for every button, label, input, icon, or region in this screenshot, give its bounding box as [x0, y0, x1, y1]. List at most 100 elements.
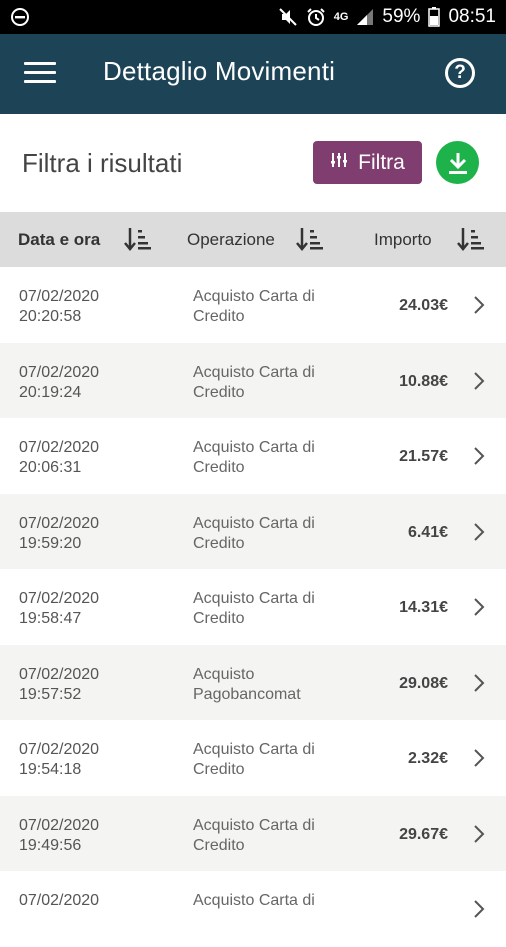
table-row[interactable]: 07/02/2020 20:06:31 Acquisto Carta di Cr…	[0, 418, 506, 494]
row-operation-line2: Credito	[193, 308, 245, 325]
row-operation-line2: Credito	[193, 534, 245, 552]
signal-icon	[356, 8, 374, 26]
help-glyph: ?	[454, 62, 466, 83]
row-operation-line1: Acquisto Carta di	[193, 741, 315, 758]
chevron-right-icon[interactable]	[473, 673, 485, 698]
row-time: 19:57:52	[19, 685, 82, 703]
row-time: 19:54:18	[19, 761, 82, 778]
filter-button-label: Filtra	[358, 150, 405, 174]
clock-time: 08:51	[448, 6, 496, 27]
column-header-date[interactable]: Data e ora	[18, 230, 100, 250]
table-header: Data e ora Operazione Importo	[0, 212, 506, 267]
status-bar: 4G 59% 08:51	[0, 0, 506, 34]
mute-icon	[278, 7, 298, 27]
table-row[interactable]: 07/02/2020 19:57:52 Acquisto Pagobancoma…	[0, 644, 506, 720]
row-operation-line2: Credito	[193, 383, 245, 401]
network-type-label: 4G	[333, 11, 349, 23]
chevron-right-icon[interactable]	[473, 295, 485, 320]
row-date: 07/02/2020	[19, 892, 100, 909]
chevron-right-icon[interactable]	[473, 824, 485, 849]
alarm-icon	[306, 7, 326, 27]
row-amount: 29.67€	[399, 825, 448, 843]
row-date: 07/02/2020	[19, 665, 100, 683]
row-operation: Acquisto Pagobancomat	[193, 665, 343, 705]
page-title: Dettaglio Movimenti	[103, 56, 336, 86]
filter-section: Filtra i risultati Filtra	[0, 114, 506, 212]
table-row[interactable]: 07/02/2020 19:58:47 Acquisto Carta di Cr…	[0, 569, 506, 645]
app-bar: Dettaglio Movimenti ?	[0, 34, 506, 114]
row-operation: Acquisto Carta di Credito	[193, 816, 343, 856]
row-datetime: 07/02/2020 20:06:31	[19, 438, 99, 478]
row-operation-line1: Acquisto Carta di	[193, 514, 315, 532]
table-row[interactable]: 07/02/2020 20:20:58 Acquisto Carta di Cr…	[0, 267, 506, 343]
row-operation-line1: Acquisto Carta di	[193, 363, 315, 381]
row-datetime: 07/02/2020 19:54:18	[19, 740, 99, 780]
row-datetime: 07/02/2020 19:58:47	[19, 589, 99, 629]
battery-percentage: 59%	[382, 6, 421, 27]
row-date: 07/02/2020	[19, 363, 100, 381]
row-operation: Acquisto Carta di Credito	[193, 514, 343, 554]
table-row[interactable]: 07/02/2020 20:19:24 Acquisto Carta di Cr…	[0, 342, 506, 418]
row-operation: Acquisto Carta di Credito	[193, 363, 343, 403]
row-operation-line2: Credito	[193, 459, 245, 476]
row-datetime: 07/02/2020 19:49:56	[19, 816, 99, 856]
filter-title: Filtra i risultati	[22, 148, 183, 178]
row-amount: 21.57€	[399, 448, 448, 465]
row-date: 07/02/2020	[19, 590, 100, 607]
row-operation: Acquisto Carta di Credito	[193, 740, 343, 780]
row-operation-line1: Acquisto Carta di	[193, 288, 315, 305]
row-amount: 10.88€	[399, 372, 448, 390]
row-operation-line1: Acquisto	[193, 665, 255, 683]
table-row[interactable]: 07/02/2020 19:54:18 Acquisto Carta di Cr…	[0, 720, 506, 796]
row-amount: 24.03€	[399, 297, 448, 314]
table-row[interactable]: 07/02/2020 Acquisto Carta di	[0, 871, 506, 947]
sort-operation-icon[interactable]	[296, 226, 324, 257]
dnd-icon	[10, 7, 30, 27]
row-operation-line2: Credito	[193, 836, 245, 854]
row-amount: 2.32€	[407, 750, 448, 767]
table-row[interactable]: 07/02/2020 19:59:20 Acquisto Carta di Cr…	[0, 493, 506, 569]
chevron-right-icon[interactable]	[473, 748, 485, 773]
hamburger-menu-icon[interactable]	[24, 62, 56, 86]
chevron-right-icon[interactable]	[473, 446, 485, 471]
column-header-operation[interactable]: Operazione	[187, 230, 275, 250]
row-operation-line2: Credito	[193, 610, 245, 627]
help-circle-icon[interactable]: ?	[445, 58, 475, 88]
filter-button[interactable]: Filtra	[313, 141, 422, 184]
download-icon[interactable]	[436, 141, 479, 184]
chevron-right-icon[interactable]	[473, 597, 485, 622]
row-datetime: 07/02/2020	[19, 891, 99, 911]
row-date: 07/02/2020	[19, 439, 100, 456]
row-operation-line1: Acquisto Carta di	[193, 892, 315, 909]
table-row[interactable]: 07/02/2020 19:49:56 Acquisto Carta di Cr…	[0, 795, 506, 871]
row-date: 07/02/2020	[19, 816, 100, 834]
row-time: 20:20:58	[19, 308, 82, 325]
row-date: 07/02/2020	[19, 288, 100, 305]
row-operation: Acquisto Carta di	[193, 891, 343, 911]
chevron-right-icon[interactable]	[473, 899, 485, 924]
sort-amount-icon[interactable]	[457, 226, 485, 257]
row-time: 20:19:24	[19, 383, 82, 401]
row-datetime: 07/02/2020 19:57:52	[19, 665, 99, 705]
row-datetime: 07/02/2020 20:19:24	[19, 363, 99, 403]
row-operation: Acquisto Carta di Credito	[193, 438, 343, 478]
row-datetime: 07/02/2020 19:59:20	[19, 514, 99, 554]
row-operation-line1: Acquisto Carta di	[193, 439, 315, 456]
chevron-right-icon[interactable]	[473, 522, 485, 547]
row-time: 19:59:20	[19, 534, 82, 552]
row-time: 19:49:56	[19, 836, 82, 854]
sliders-icon	[330, 151, 348, 175]
transactions-list: 07/02/2020 20:20:58 Acquisto Carta di Cr…	[0, 267, 506, 947]
row-amount: 29.08€	[399, 674, 448, 692]
column-header-amount[interactable]: Importo	[374, 230, 432, 250]
chevron-right-icon[interactable]	[473, 371, 485, 396]
row-amount: 6.41€	[407, 523, 448, 541]
row-operation-line2: Credito	[193, 761, 245, 778]
sort-date-icon[interactable]	[124, 226, 152, 257]
row-date: 07/02/2020	[19, 514, 100, 532]
row-operation-line1: Acquisto Carta di	[193, 590, 315, 607]
row-operation-line1: Acquisto Carta di	[193, 816, 315, 834]
row-operation: Acquisto Carta di Credito	[193, 589, 343, 629]
row-time: 19:58:47	[19, 610, 82, 627]
row-date: 07/02/2020	[19, 741, 100, 758]
